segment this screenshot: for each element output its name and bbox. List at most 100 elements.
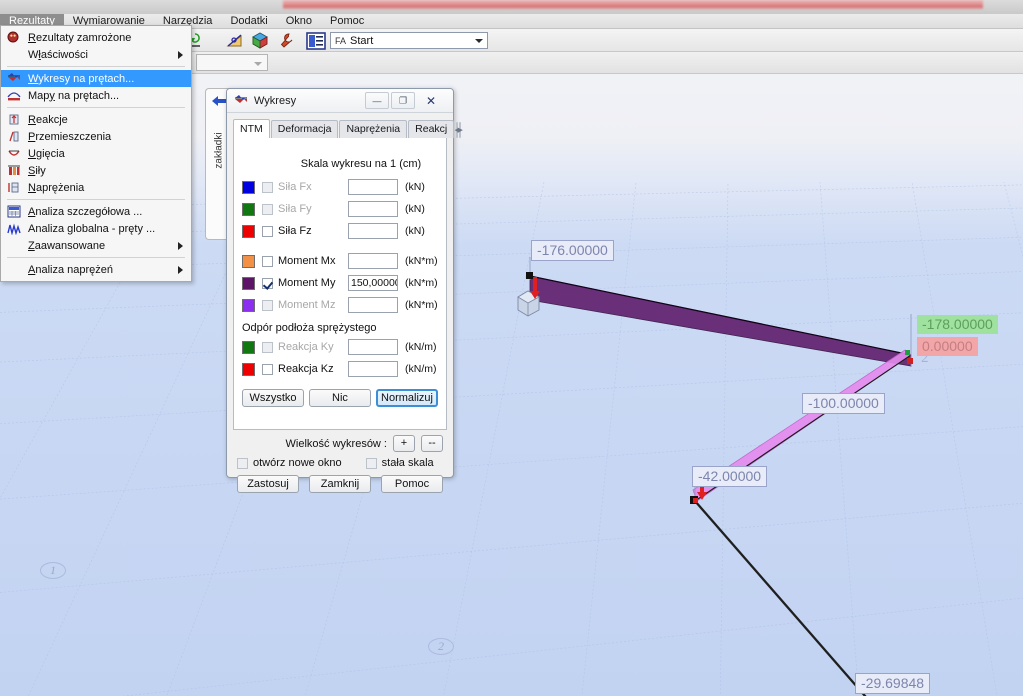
- force-scale-input[interactable]: [348, 223, 398, 239]
- dialog-tab-strip[interactable]: NTM Deformacja Naprężenia Reakcj ◀ ▶: [233, 119, 463, 138]
- nic-button[interactable]: Nic: [309, 389, 371, 407]
- colormap-icon[interactable]: [252, 32, 269, 49]
- menu-analiza-szczegolowa[interactable]: Analiza szczegółowa ...: [1, 203, 191, 220]
- force-checkbox[interactable]: [262, 299, 273, 311]
- selection-button-row[interactable]: Wszystko Nic Normalizuj: [242, 389, 438, 407]
- force-checkbox[interactable]: [262, 277, 273, 289]
- menu-item-label: Zaawansowane: [28, 239, 106, 252]
- table-results-icon[interactable]: [306, 32, 326, 50]
- pomoc-button[interactable]: Pomoc: [381, 475, 443, 493]
- decrease-size-button[interactable]: --: [421, 435, 443, 452]
- reaction-row-ky[interactable]: Reakcja Ky (kN/m): [242, 336, 438, 358]
- force-row-mx[interactable]: Moment Mx (kN*m): [242, 250, 438, 272]
- menu-item-label: Przemieszczenia: [28, 130, 112, 143]
- menu-wlasciwosci[interactable]: Właściwości: [1, 46, 191, 63]
- menu-wykresy-na-pretach[interactable]: Wykresy na prętach...: [1, 70, 191, 87]
- forces-icon: [8, 165, 20, 175]
- menu-reakcje[interactable]: Reakcje: [1, 111, 191, 128]
- axis-marker: 1: [40, 562, 66, 579]
- menu-sily[interactable]: Siły: [1, 162, 191, 179]
- reaction-checkbox[interactable]: [262, 363, 273, 375]
- maximize-button[interactable]: ❐: [391, 92, 415, 109]
- force-unit: (kN*m): [405, 255, 438, 267]
- rezultaty-dropdown-menu[interactable]: Rezultaty zamrożone Właściwości Wykresy …: [0, 25, 192, 282]
- force-row-my[interactable]: Moment My 150,00000 (kN*m): [242, 272, 438, 294]
- menu-separator: [7, 107, 185, 108]
- tab-ntm[interactable]: NTM: [233, 119, 270, 138]
- dialog-action-row[interactable]: Zastosuj Zamknij Pomoc: [237, 475, 443, 493]
- load-case-combo[interactable]: FA Start: [330, 32, 488, 49]
- diagram-icon[interactable]: [226, 32, 243, 49]
- color-swatch[interactable]: [242, 254, 255, 268]
- detailed-analysis-icon: [7, 205, 21, 218]
- dialog-footer: Wielkość wykresów : + -- otwórz nowe okn…: [233, 430, 447, 493]
- wszystko-button[interactable]: Wszystko: [242, 389, 304, 407]
- menu-item-dodatki[interactable]: Dodatki: [221, 14, 276, 29]
- chevron-down-icon[interactable]: [475, 39, 483, 43]
- tab-scroll-right-button[interactable]: ▶: [458, 122, 463, 138]
- tab-deformacja[interactable]: Deformacja: [270, 120, 339, 138]
- zamknij-button[interactable]: Zamknij: [309, 475, 371, 493]
- force-checkbox[interactable]: [262, 181, 273, 193]
- reaction-row-kz[interactable]: Reakcja Kz (kN/m): [242, 358, 438, 380]
- open-new-window-label: otwórz nowe okno: [253, 457, 342, 469]
- force-scale-input[interactable]: [348, 297, 398, 313]
- color-swatch[interactable]: [242, 180, 255, 194]
- menu-item-label: Rezultaty zamrożone: [28, 31, 132, 44]
- close-button[interactable]: ✕: [419, 92, 443, 109]
- force-scale-input[interactable]: [348, 179, 398, 195]
- menu-item-okno[interactable]: Okno: [277, 14, 321, 29]
- dialog-title-bar[interactable]: Wykresy — ❐ ✕: [227, 89, 453, 113]
- chevron-down-icon[interactable]: [254, 62, 262, 66]
- force-checkbox[interactable]: [262, 203, 273, 215]
- increase-size-button[interactable]: +: [393, 435, 415, 452]
- force-checkbox[interactable]: [262, 225, 273, 237]
- reaction-unit: (kN/m): [405, 341, 437, 353]
- maps-bars-icon: [7, 92, 21, 101]
- force-row-fz[interactable]: Siła Fz (kN): [242, 220, 438, 242]
- force-scale-input[interactable]: [348, 201, 398, 217]
- menu-ugiecia[interactable]: Ugięcia: [1, 145, 191, 162]
- color-swatch[interactable]: [242, 362, 255, 376]
- menu-mapy-na-pretach[interactable]: Mapy na prętach...: [1, 87, 191, 104]
- force-row-fx[interactable]: Siła Fx (kN): [242, 176, 438, 198]
- color-swatch[interactable]: [242, 224, 255, 238]
- tab-naprezenia[interactable]: Naprężenia: [339, 120, 408, 138]
- menu-przemieszczenia[interactable]: Przemieszczenia: [1, 128, 191, 145]
- force-scale-input[interactable]: 150,00000: [348, 275, 398, 291]
- normalizuj-button[interactable]: Normalizuj: [376, 389, 438, 407]
- color-swatch[interactable]: [242, 276, 255, 290]
- zastosuj-button[interactable]: Zastosuj: [237, 475, 299, 493]
- force-label: Moment Mz: [278, 299, 336, 311]
- minimize-button[interactable]: —: [365, 92, 389, 109]
- menu-rezultaty-zamrozone[interactable]: Rezultaty zamrożone: [1, 29, 191, 46]
- fixed-scale-checkbox[interactable]: [365, 457, 377, 469]
- menu-item-label: Analiza globalna - pręty ...: [28, 222, 156, 235]
- wykresy-dialog[interactable]: Wykresy — ❐ ✕ NTM Deformacja Naprężenia …: [226, 88, 463, 493]
- diagram-size-row[interactable]: Wielkość wykresów : + --: [237, 435, 443, 452]
- dialog-title-text: Wykresy: [254, 94, 297, 107]
- force-row-fy[interactable]: Siła Fy (kN): [242, 198, 438, 220]
- reaction-scale-input[interactable]: [348, 361, 398, 377]
- force-scale-input[interactable]: [348, 253, 398, 269]
- color-swatch[interactable]: [242, 340, 255, 354]
- reaction-checkbox[interactable]: [262, 341, 273, 353]
- secondary-combo[interactable]: [196, 54, 268, 71]
- menu-separator: [7, 257, 185, 258]
- menu-naprezenia[interactable]: Naprężenia: [1, 179, 191, 196]
- tab-reakcje[interactable]: Reakcj: [408, 120, 455, 138]
- menu-analiza-globalna[interactable]: Analiza globalna - pręty ...: [1, 220, 191, 237]
- menu-item-pomoc[interactable]: Pomoc: [321, 14, 373, 29]
- force-checkbox[interactable]: [262, 255, 273, 267]
- open-new-window-checkbox[interactable]: [237, 457, 248, 469]
- reaction-scale-input[interactable]: [348, 339, 398, 355]
- color-swatch[interactable]: [242, 202, 255, 216]
- wrench-icon[interactable]: [278, 32, 295, 49]
- force-row-mz[interactable]: Moment Mz (kN*m): [242, 294, 438, 316]
- menu-analiza-naprezen[interactable]: Analiza naprężeń: [1, 261, 191, 278]
- diagram-size-label: Wielkość wykresów :: [285, 437, 387, 450]
- dialog-options-row[interactable]: otwórz nowe okno stała skala: [237, 457, 443, 469]
- color-swatch[interactable]: [242, 298, 255, 312]
- force-unit: (kN*m): [405, 277, 438, 289]
- menu-zaawansowane[interactable]: Zaawansowane: [1, 237, 191, 254]
